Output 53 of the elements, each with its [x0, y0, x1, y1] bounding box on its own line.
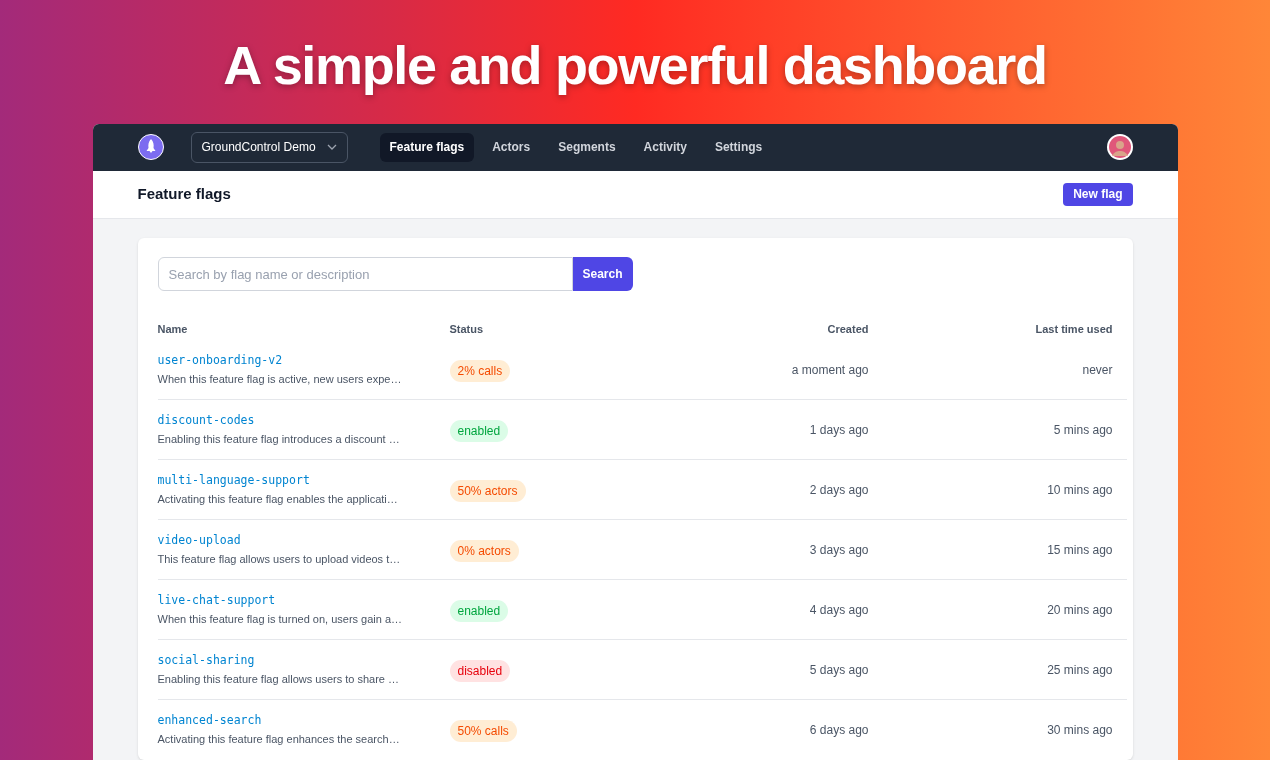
status-badge: 50% actors — [449, 479, 526, 502]
status-badge: enabled — [449, 599, 509, 622]
flag-name-link[interactable]: discount-codes — [157, 411, 255, 429]
created-cell-text: 4 days ago — [808, 601, 869, 619]
last-used-cell-text: 30 mins ago — [1046, 722, 1113, 739]
nav-tab[interactable]: Settings — [704, 132, 773, 162]
flag-name-link[interactable]: multi-language-support — [157, 471, 310, 489]
created-cell-text: 5 days ago — [808, 661, 869, 679]
last-used-cell-text: 10 mins ago — [1046, 481, 1113, 499]
created-cell-text: 6 days ago — [808, 722, 869, 739]
last-used-cell-text: never — [1081, 361, 1113, 379]
page-title: Feature flags — [137, 184, 231, 204]
flag-description: Activating this feature flag enables the applicati… — [157, 491, 398, 507]
flag-name-link[interactable]: social-sharing — [157, 651, 255, 669]
nav-tab[interactable]: Segments — [548, 132, 626, 162]
new-flag-button[interactable]: New flag — [1063, 182, 1133, 206]
flag-name-link[interactable]: enhanced-search — [157, 712, 262, 730]
last-used-cell-text: 20 mins ago — [1046, 601, 1113, 619]
last-used-cell-text: 15 mins ago — [1046, 541, 1113, 559]
created-cell-text: 3 days ago — [808, 541, 869, 559]
column-header: Created — [826, 321, 869, 337]
created-cell-text: 2 days ago — [808, 481, 869, 499]
avatar[interactable] — [1106, 134, 1133, 161]
flag-description: When this feature flag is turned on, users gain a… — [157, 611, 403, 627]
flag-description: Enabling this feature flag introduces a discount … — [157, 431, 400, 447]
nav-tab[interactable]: Actors — [482, 132, 541, 162]
nav-tab[interactable]: Feature flags — [379, 132, 475, 162]
nav-tab[interactable]: Activity — [633, 132, 697, 162]
column-header: Status — [449, 321, 485, 337]
chevron-down-icon — [326, 144, 337, 151]
search-field[interactable]: Search by flag name or description — [157, 257, 573, 291]
headline: A simple and powerful dashboard — [223, 34, 1047, 97]
flag-description: Activating this feature flag enhances the search… — [157, 732, 400, 748]
created-cell-text: 1 days ago — [808, 421, 869, 439]
project-dropdown[interactable]: GroundControl Demo — [190, 131, 348, 163]
flag-name-link[interactable]: live-chat-support — [157, 591, 276, 609]
flag-description: Enabling this feature flag allows users to share … — [157, 671, 400, 687]
created-cell-text: a moment ago — [790, 361, 869, 379]
flag-name-link[interactable]: user-onboarding-v2 — [157, 351, 283, 369]
flag-description: This feature flag allows users to upload videos t… — [157, 551, 401, 567]
last-used-cell-text: 5 mins ago — [1052, 421, 1113, 439]
status-badge: 0% actors — [449, 539, 519, 562]
status-badge: 2% calls — [449, 359, 511, 382]
column-header: Last time used — [1034, 321, 1113, 337]
status-badge: 50% calls — [449, 720, 517, 742]
status-badge: disabled — [449, 659, 511, 682]
flag-name-link[interactable]: video-upload — [157, 531, 241, 549]
flag-description: When this feature flag is active, new users expe… — [157, 371, 402, 387]
rocket-logo-icon — [137, 134, 164, 161]
status-badge: enabled — [449, 419, 509, 442]
last-used-cell-text: 25 mins ago — [1046, 661, 1113, 679]
column-header: Name — [157, 321, 189, 337]
search-button[interactable]: Search — [572, 257, 633, 291]
